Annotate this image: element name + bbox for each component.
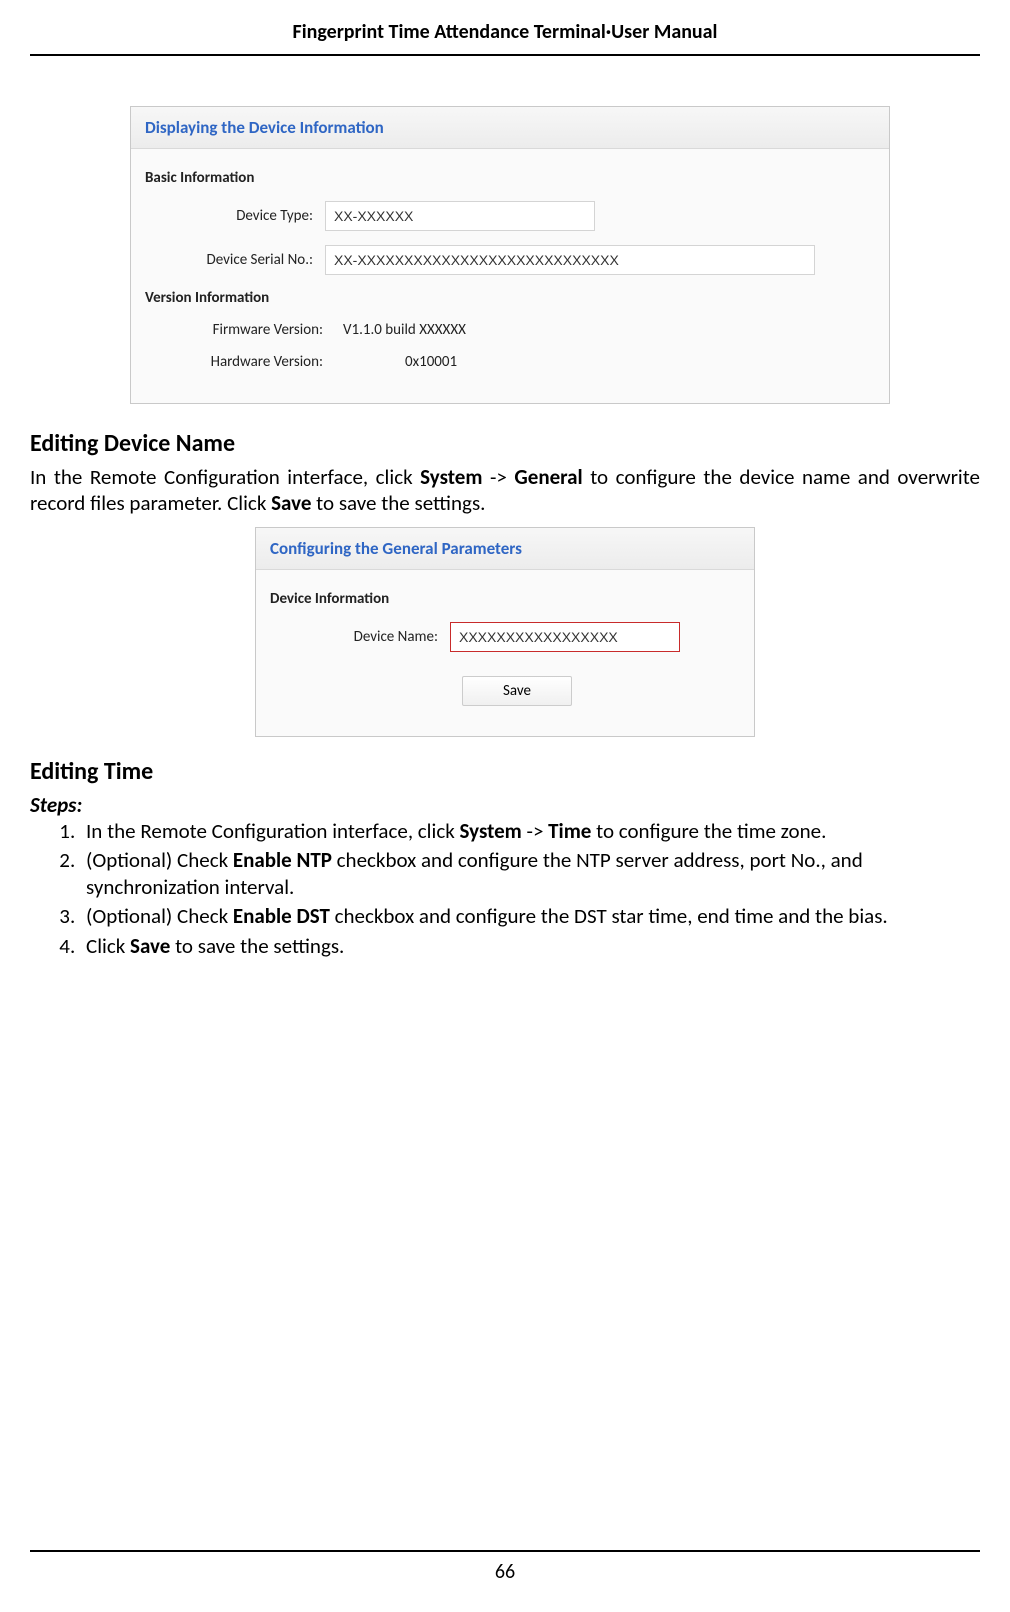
device-name-label: Device Name: — [270, 628, 450, 646]
hardware-label: Hardware Version: — [145, 353, 335, 371]
device-info-subheading: Device Information — [270, 590, 740, 608]
hardware-value: 0x10001 — [335, 353, 457, 371]
device-info-panel: Displaying the Device Information Basic … — [130, 106, 890, 404]
bold-system: System — [460, 818, 522, 844]
text: Click — [86, 933, 130, 959]
version-info-heading: Version Information — [145, 289, 875, 307]
editing-time-heading: Editing Time — [30, 757, 980, 786]
firmware-value: V1.1.0 build XXXXXX — [335, 321, 466, 339]
bold-time: Time — [548, 818, 591, 844]
text: to save the settings. — [170, 933, 344, 959]
panel-title: Displaying the Device Information — [131, 107, 889, 149]
editing-device-name-heading: Editing Device Name — [30, 429, 980, 458]
general-params-panel: Configuring the General Parameters Devic… — [255, 527, 755, 737]
firmware-row: Firmware Version: V1.1.0 build XXXXXX — [145, 321, 875, 339]
text: to configure the time zone. — [591, 818, 826, 844]
text: to save the settings. — [311, 490, 485, 516]
panel-body: Device Information Device Name: Save — [256, 570, 754, 736]
device-type-label: Device Type: — [145, 207, 325, 225]
page-header: Fingerprint Time Attendance Terminal·Use… — [30, 20, 980, 56]
panel-title: Configuring the General Parameters — [256, 528, 754, 570]
device-serial-label: Device Serial No.: — [145, 251, 325, 269]
list-item: (Optional) Check Enable DST checkbox and… — [80, 903, 980, 930]
device-serial-input[interactable] — [325, 245, 815, 275]
basic-info-heading: Basic Information — [145, 169, 875, 187]
bold-general: General — [514, 464, 582, 490]
bold-enable-ntp: Enable NTP — [233, 847, 332, 873]
bold-save: Save — [130, 933, 170, 959]
save-button[interactable]: Save — [462, 676, 572, 706]
bold-system: System — [420, 464, 482, 490]
text: (Optional) Check — [86, 903, 233, 929]
device-serial-row: Device Serial No.: — [145, 245, 875, 275]
hardware-row: Hardware Version: 0x10001 — [145, 353, 875, 371]
steps-label: Steps: — [30, 792, 980, 818]
device-name-row: Device Name: — [270, 622, 740, 652]
list-item: In the Remote Configuration interface, c… — [80, 818, 980, 845]
text: In the Remote Configuration interface, c… — [86, 818, 460, 844]
editing-device-name-paragraph: In the Remote Configuration interface, c… — [30, 464, 980, 517]
text: (Optional) Check — [86, 847, 233, 873]
firmware-label: Firmware Version: — [145, 321, 335, 339]
text: In the Remote Configuration interface, c… — [30, 464, 420, 490]
list-item: (Optional) Check Enable NTP checkbox and… — [80, 847, 980, 902]
device-type-row: Device Type: — [145, 201, 875, 231]
panel-body: Basic Information Device Type: Device Se… — [131, 149, 889, 403]
device-type-input[interactable] — [325, 201, 595, 231]
page-number: 66 — [30, 1550, 980, 1584]
list-item: Click Save to save the settings. — [80, 933, 980, 960]
steps-list: In the Remote Configuration interface, c… — [30, 818, 980, 960]
bold-enable-dst: Enable DST — [233, 903, 330, 929]
text: -> — [522, 818, 548, 844]
bold-save: Save — [271, 490, 311, 516]
text: -> — [482, 464, 514, 490]
device-name-input[interactable] — [450, 622, 680, 652]
text: checkbox and configure the DST star time… — [330, 903, 888, 929]
